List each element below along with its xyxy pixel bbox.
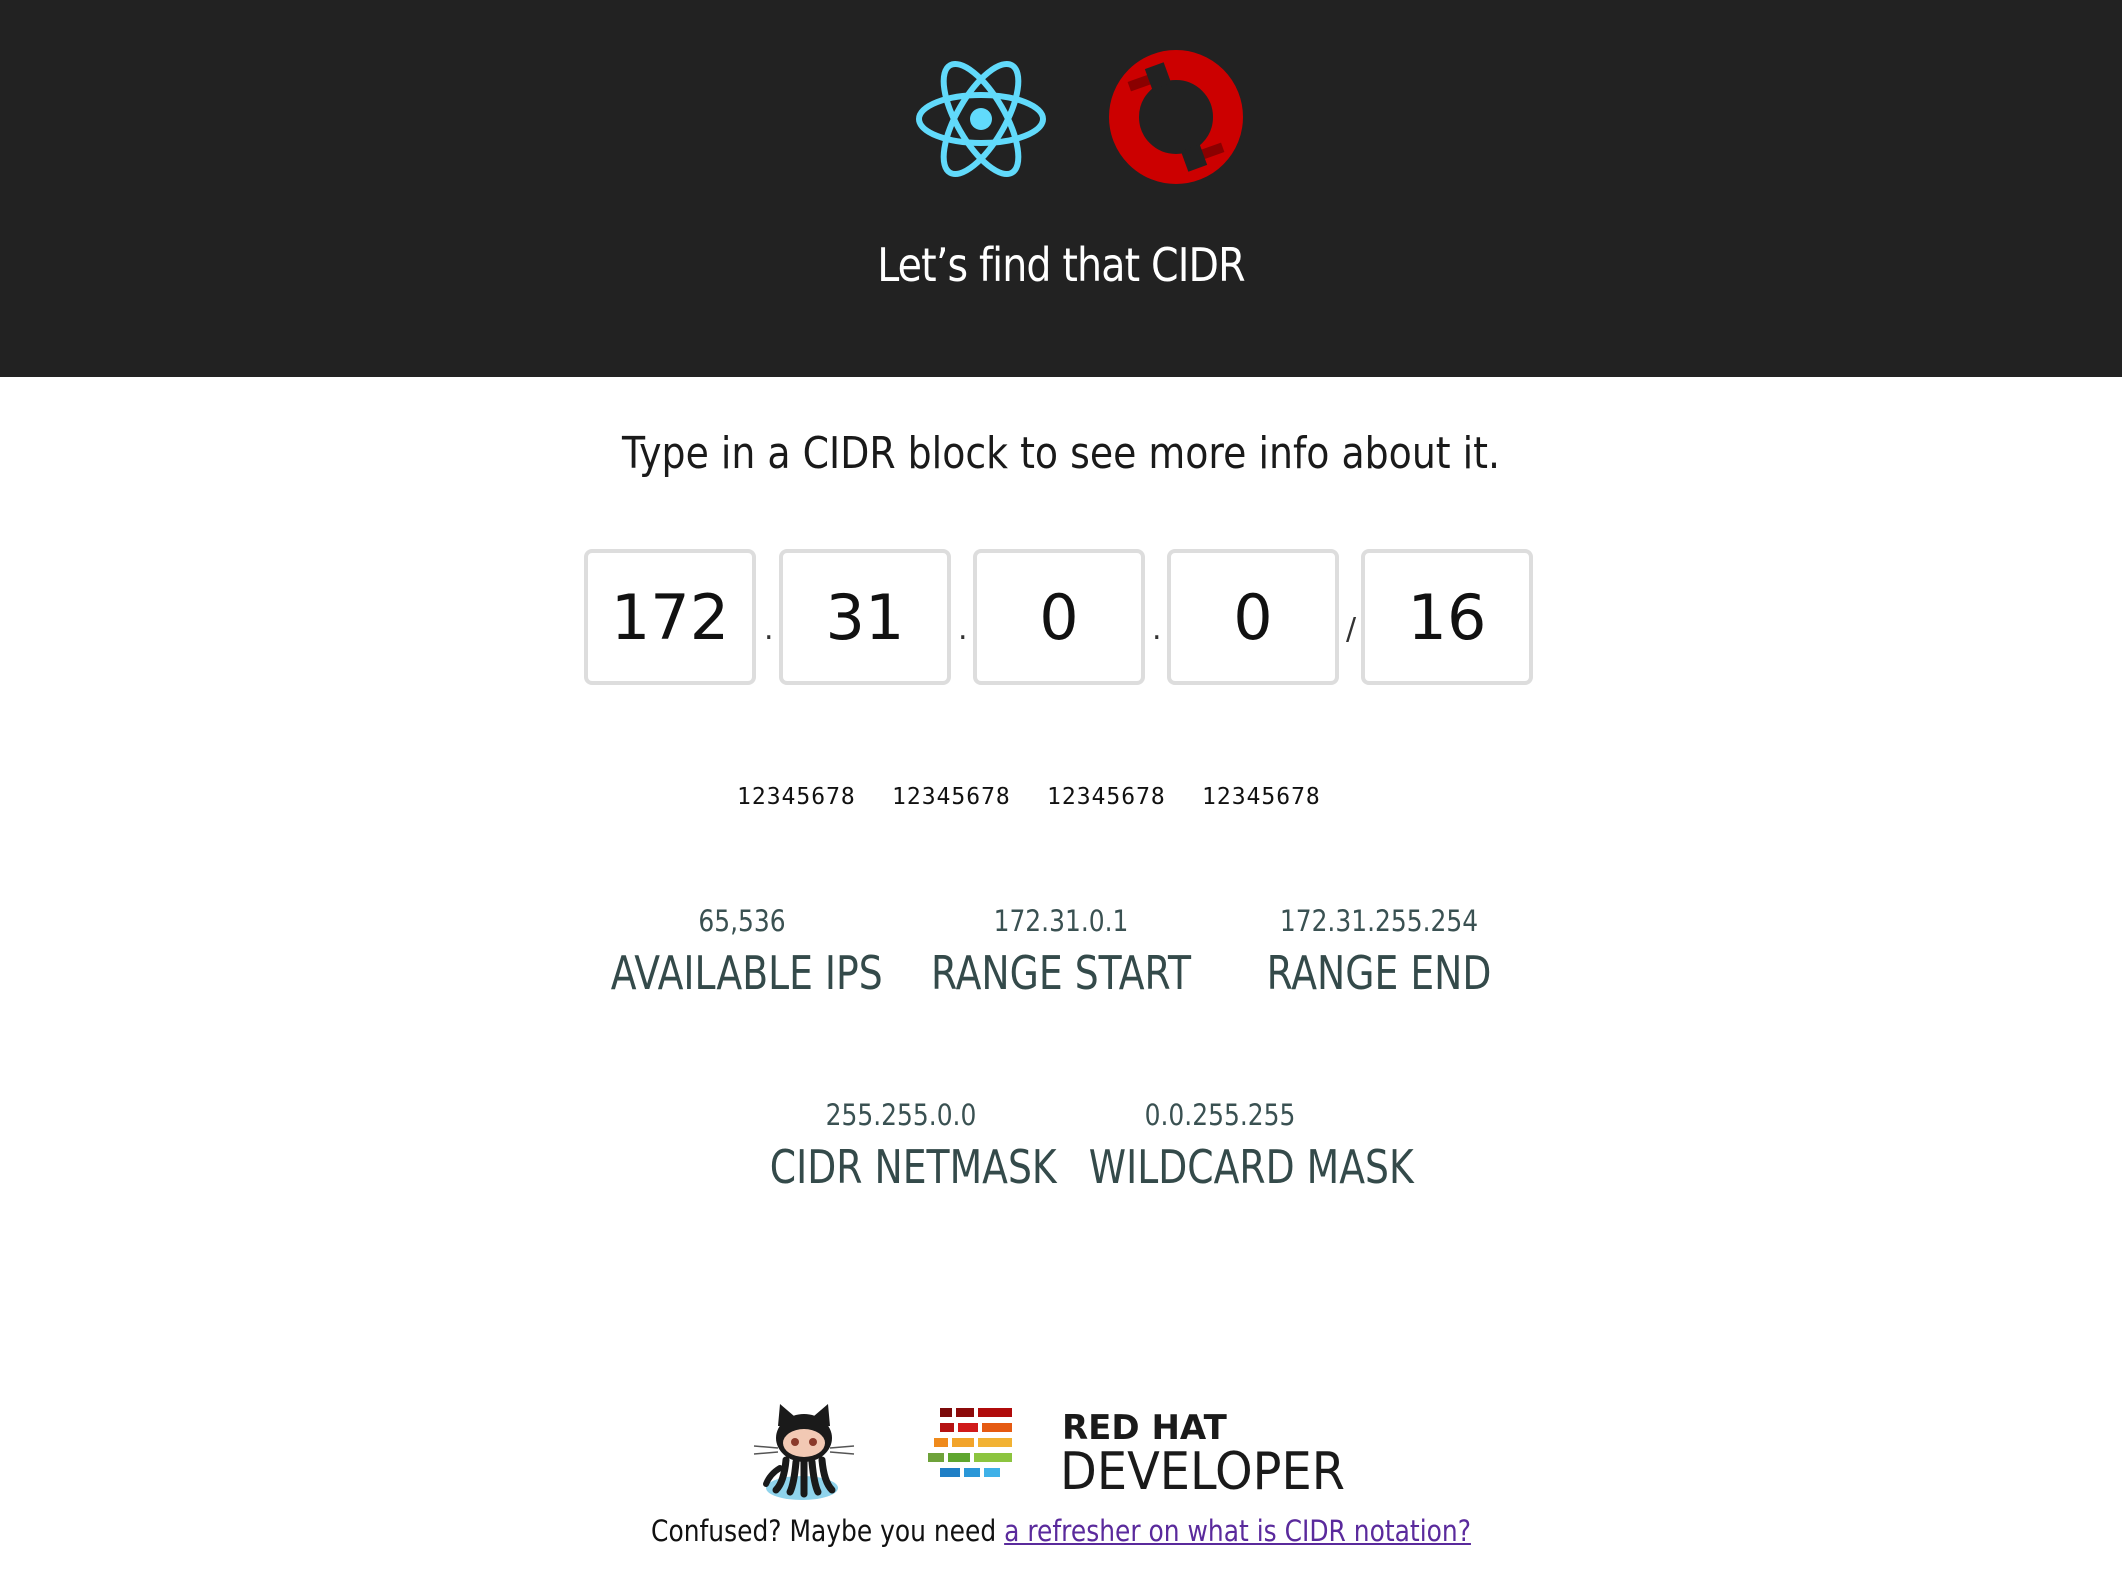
octet-1-input[interactable]: 172 — [584, 549, 756, 685]
cidr-refresher-link[interactable]: a refresher on what is CIDR notation? — [1004, 1514, 1471, 1548]
bit-label: 12345678 — [1202, 784, 1321, 810]
dot-separator: . — [1152, 612, 1162, 647]
red-hat-developer-mark-icon — [928, 1408, 1012, 1477]
openshift-logo-icon — [1109, 50, 1243, 184]
octet-3-input[interactable]: 0 — [973, 549, 1145, 685]
footer-help: Confused? Maybe you need a refresher on … — [149, 1514, 1974, 1548]
red-hat-developer-logo[interactable]: RED HAT DEVELOPER — [926, 1408, 1386, 1502]
range-start-value: 172.31.0.1 — [993, 904, 1129, 938]
stat-cidr-netmask: 255.255.0.0 CIDR NETMASK — [741, 1098, 1061, 1194]
stat-wildcard-mask: 0.0.255.255 WILDCARD MASK — [1060, 1098, 1414, 1194]
available-ips-value: 65,536 — [698, 904, 786, 938]
wildcard-mask-label: WILDCARD MASK — [1088, 1140, 1414, 1194]
range-start-label: RANGE START — [930, 946, 1192, 1000]
react-logo-icon — [916, 60, 1046, 178]
bit-label: 12345678 — [737, 784, 856, 810]
cidr-netmask-label: CIDR NETMASK — [769, 1140, 1057, 1194]
stat-range-end: 172.31.255.254 RANGE END — [1219, 904, 1539, 1000]
slash-separator: / — [1346, 612, 1357, 647]
dot-separator: . — [764, 612, 774, 647]
footer-text: Confused? Maybe you need — [651, 1514, 997, 1548]
range-end-label: RANGE END — [1266, 946, 1492, 1000]
instruction-text: Type in a CIDR block to see more info ab… — [621, 428, 1501, 479]
github-octocat-icon[interactable] — [744, 1398, 864, 1502]
wildcard-mask-value: 0.0.255.255 — [1144, 1098, 1296, 1132]
range-end-value: 172.31.255.254 — [1279, 904, 1479, 938]
page-title: Let’s find that CIDR — [877, 238, 1245, 292]
bit-label: 12345678 — [892, 784, 1011, 810]
octet-4-input[interactable]: 0 — [1167, 549, 1339, 685]
cidr-netmask-value: 255.255.0.0 — [825, 1098, 977, 1132]
dot-separator: . — [958, 612, 968, 647]
header: Let’s find that CIDR — [0, 0, 2122, 377]
octet-2-input[interactable]: 31 — [779, 549, 951, 685]
stat-available-ips: 65,536 AVAILABLE IPS — [582, 904, 902, 1000]
available-ips-label: AVAILABLE IPS — [610, 946, 883, 1000]
bit-label: 12345678 — [1047, 784, 1166, 810]
stat-range-start: 172.31.0.1 RANGE START — [901, 904, 1221, 1000]
developer-text: DEVELOPER — [1060, 1442, 1345, 1502]
prefix-length-input[interactable]: 16 — [1361, 549, 1533, 685]
